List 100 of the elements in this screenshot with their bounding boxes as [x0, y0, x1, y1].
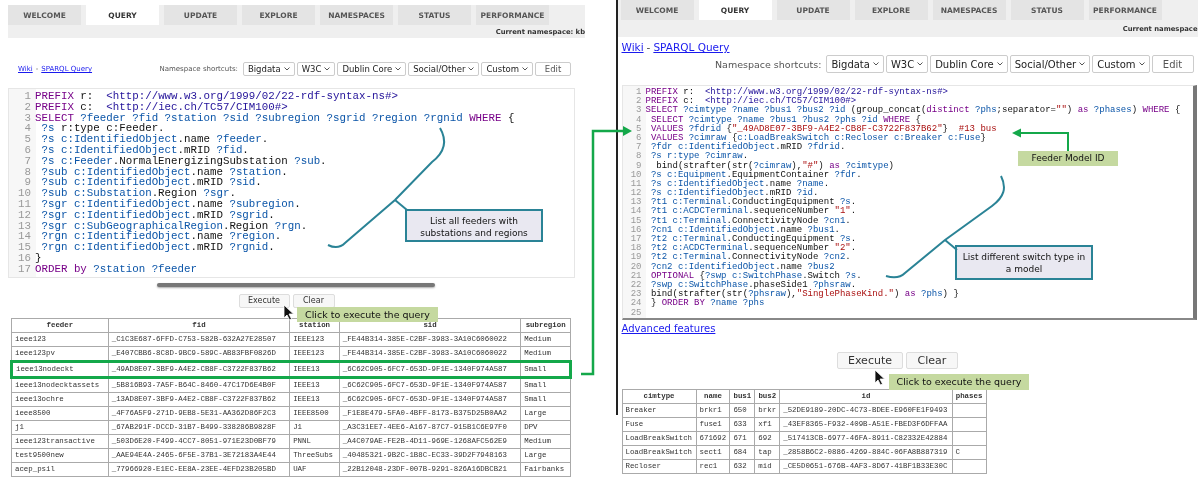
code-line: ?sub c:Substation.Region ?sgr.: [40, 188, 236, 199]
advanced-features-link[interactable]: Advanced features: [621, 322, 716, 334]
code-line: OPTIONAL {?swp c:SwitchPhase.Switch ?s.: [649, 271, 862, 281]
line-number: 1: [23, 91, 32, 102]
line-number: 14: [629, 207, 643, 217]
line-number: 14: [17, 231, 32, 243]
execute-button[interactable]: Execute: [238, 293, 290, 308]
callout-label: Feeder Model ID: [1018, 151, 1118, 166]
clear-button[interactable]: Clear: [906, 351, 958, 369]
line-number: 3: [23, 112, 32, 124]
line-number: 11: [629, 179, 643, 189]
cursor-icon: [873, 369, 886, 386]
sparql-query-link[interactable]: SPARQL Query: [653, 41, 730, 53]
code-line: ?cn1 c:IdentifiedObject.name ?bus1.: [649, 225, 840, 235]
line-number: 19: [629, 253, 643, 263]
line-number: 9: [23, 177, 32, 189]
line-number: 4: [23, 123, 32, 135]
line-number: 17: [629, 235, 643, 244]
namespace-dropdown[interactable]: W3C: [296, 62, 336, 76]
line-number: 16: [17, 252, 32, 264]
line-number: 12: [17, 209, 32, 221]
code-line: PREFIX r: <http://www.w3.org/1999/02/22-rdf-syntax-ns#>: [35, 91, 398, 102]
line-number: 25: [629, 308, 643, 318]
line-number: 7: [635, 143, 643, 153]
line-number: 10: [17, 188, 32, 199]
caret-icon: [1138, 62, 1145, 66]
callout-box: List different switch type in a model: [955, 245, 1093, 280]
line-number: 1: [635, 88, 643, 97]
line-number: 8: [23, 166, 32, 178]
tooltip: Click to execute the query: [888, 374, 1030, 390]
line-number: 17: [17, 263, 32, 275]
line-number: 8: [635, 152, 643, 162]
line-number: 5: [23, 134, 32, 145]
line-number: 24: [629, 299, 643, 309]
line-number: 16: [629, 225, 643, 235]
namespace-dropdown[interactable]: Dublin Core: [337, 62, 407, 76]
code-line: ?swp c:SwitchPhase.phaseSide1 ?phsraw.: [649, 280, 857, 290]
line-number: 15: [17, 242, 32, 253]
cursor-icon: [283, 304, 295, 321]
code-line: ?s c:Equipment.EquipmentContainer ?fdr.: [649, 170, 862, 180]
execute-button[interactable]: Execute: [837, 351, 903, 369]
caret-icon: [917, 62, 924, 66]
shortcuts-label: Namespace shortcuts:: [714, 58, 822, 70]
caret-icon: [324, 67, 331, 71]
code-line: ORDER by ?station ?feeder: [35, 263, 197, 275]
code-editor[interactable]: [621, 85, 1197, 320]
line-number: 6: [635, 133, 643, 143]
namespace-dropdown[interactable]: Bigdata: [826, 55, 884, 73]
link-separator: -: [646, 41, 651, 53]
line-number: 18: [629, 244, 643, 254]
line-number: 20: [629, 262, 643, 272]
namespace-dropdown[interactable]: Social/Other: [408, 62, 480, 76]
line-number: 3: [635, 106, 643, 116]
resize-handle[interactable]: [157, 282, 435, 287]
namespace-dropdown[interactable]: Custom: [481, 62, 533, 76]
clear-button[interactable]: Clear: [292, 293, 335, 308]
code-line: ?sub c:IdentifiedObject.mRID ?sid.: [40, 177, 262, 189]
line-number: 13: [629, 198, 643, 208]
line-number: 21: [629, 271, 643, 281]
caret-icon: [522, 67, 528, 71]
wiki-link[interactable]: Wiki: [621, 41, 644, 53]
code-line: VALUES ?cimraw {c:LoadBreakSwitch c:Recloser c:Breaker c:Fuse}: [649, 133, 986, 143]
caret-icon: [468, 67, 475, 71]
namespace-dropdown[interactable]: Social/Other: [1009, 55, 1091, 73]
code-line: PREFIX r: <http://www.w3.org/1999/02/22-rdf-syntax-ns#>: [645, 88, 948, 97]
line-number: 11: [17, 198, 32, 210]
namespace-dropdown[interactable]: Custom: [1092, 55, 1150, 73]
namespace-dropdown[interactable]: Dublin Core: [930, 55, 1008, 73]
callout-box: List all feeders with substations and regions: [405, 209, 543, 242]
line-number: 22: [629, 280, 643, 290]
line-number: 2: [23, 101, 32, 113]
code-line: ?fdr c:IdentifiedObject.mRID ?fdrid.: [649, 143, 846, 153]
line-number: 6: [23, 145, 32, 156]
line-number: 5: [635, 124, 643, 134]
line-number: 7: [23, 155, 32, 167]
code-line: SELECT ?feeder ?fid ?station ?sid ?subregion ?sgrid ?region ?rgnid WHERE {: [35, 112, 515, 124]
caret-icon: [1079, 62, 1086, 66]
line-number: 15: [629, 216, 643, 226]
namespace-dropdown[interactable]: Bigdata: [242, 62, 295, 76]
code-line: ?t2 c:Terminal.ConnectivityNode ?cn2.: [649, 253, 851, 263]
code-line: bind(strafter(str(?phsraw),"SinglePhaseKind.") as ?phs) }: [649, 290, 959, 300]
code-line: ?sub c:IdentifiedObject.name ?station.: [40, 166, 288, 178]
edit-button[interactable]: Edit: [535, 62, 571, 76]
namespace-dropdown[interactable]: W3C: [885, 55, 929, 73]
line-number: 13: [17, 220, 32, 232]
code-line: ?rgn c:IdentifiedObject.name ?region.: [40, 231, 282, 243]
tooltip: Click to execute the query: [297, 307, 438, 322]
code-line: ?cn2 c:IdentifiedObject.name ?bus2: [649, 262, 835, 272]
line-number: 10: [629, 170, 643, 180]
line-number: 9: [635, 161, 643, 171]
caret-icon: [872, 62, 879, 66]
code-editor[interactable]: [8, 88, 575, 278]
code-line: }: [35, 252, 42, 264]
code-line: ?s c:IdentifiedObject.name ?feeder.: [40, 134, 269, 145]
code-line: ?sgr c:SubGeographicalRegion.Region ?rgn.: [40, 220, 308, 232]
code-line: ?s c:IdentifiedObject.mRID ?fid.: [40, 145, 249, 156]
edit-button[interactable]: Edit: [1151, 55, 1194, 73]
code-line: ?t1 c:ACDCTerminal.sequenceNumber "1".: [649, 207, 857, 217]
code-line: ?s c:IdentifiedObject.name ?name.: [649, 179, 830, 189]
line-number: 4: [635, 115, 643, 125]
